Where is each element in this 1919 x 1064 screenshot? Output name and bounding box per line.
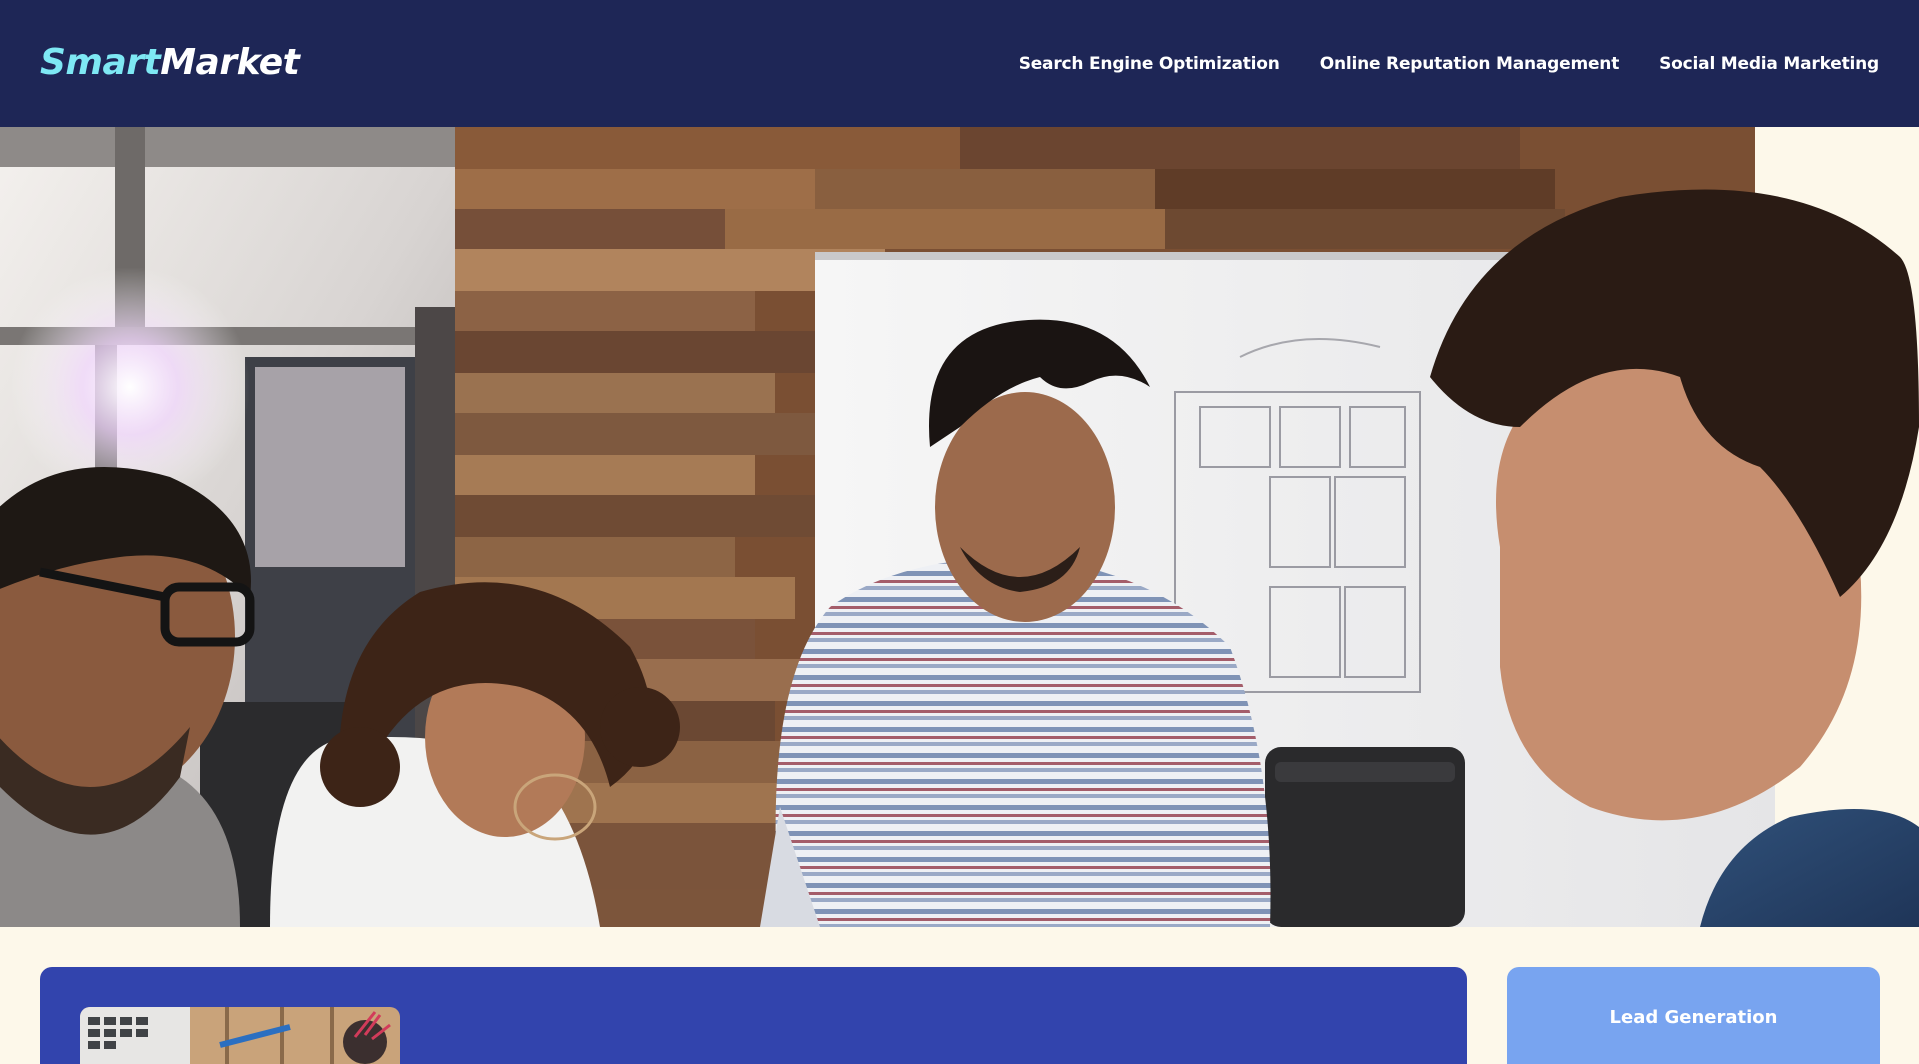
hero-image — [0, 127, 1919, 927]
nav-link-seo[interactable]: Search Engine Optimization — [1019, 54, 1280, 74]
brand-logo-link[interactable]: SmartMarket — [40, 41, 300, 83]
nav-link-social-media[interactable]: Social Media Marketing — [1659, 54, 1879, 74]
brand-logo-part-market: Market — [160, 41, 300, 83]
lead-generation-title: Lead Generation — [1609, 1007, 1778, 1028]
navbar: SmartMarket Search Engine Optimization O… — [0, 0, 1919, 127]
card-thumbnail-image — [80, 1007, 400, 1064]
brand-logo-part-smart: Smart — [40, 41, 161, 83]
nav-link-reputation[interactable]: Online Reputation Management — [1320, 54, 1620, 74]
nav-menu: Search Engine Optimization Online Reputa… — [1019, 54, 1880, 74]
featured-card[interactable] — [40, 967, 1467, 1064]
lead-generation-card[interactable]: Lead Generation — [1507, 967, 1880, 1064]
